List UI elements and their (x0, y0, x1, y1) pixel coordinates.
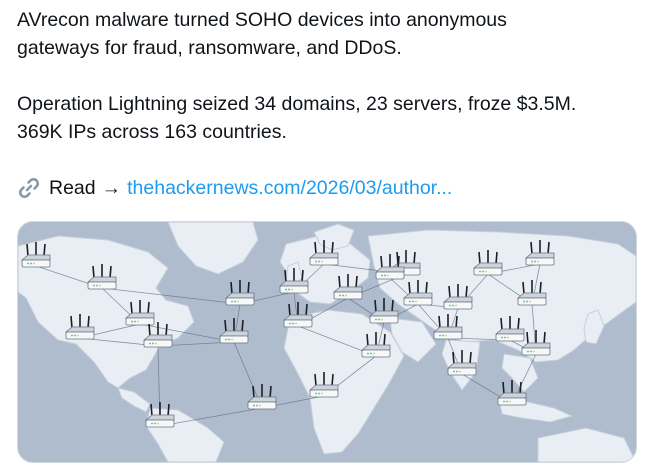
read-label: Read (49, 177, 96, 199)
tweet-line-1: AVrecon malware turned SOHO devices into… (17, 9, 507, 31)
router-icon (224, 280, 255, 306)
tweet-text: AVrecon malware turned SOHO devices into… (17, 6, 642, 202)
tweet-line-4: 369K IPs across 163 countries. (17, 121, 287, 143)
link-icon (17, 176, 43, 200)
tweet-paragraph-1: AVrecon malware turned SOHO devices into… (17, 6, 642, 62)
tweet-line-2: gateways for fraud, ransomware, and DDoS… (17, 37, 402, 59)
article-link[interactable]: thehackernews.com/2026/03/author... (127, 174, 452, 202)
tweet-paragraph-2: Operation Lightning seized 34 domains, 2… (17, 90, 642, 146)
world-map-illustration (18, 222, 636, 462)
tweet-media-image[interactable] (17, 221, 637, 463)
router-icon (218, 318, 249, 344)
read-link-row: Read → thehackernews.com/2026/03/author.… (17, 174, 642, 202)
router-icon (246, 384, 277, 410)
arrow-icon: → (101, 177, 122, 199)
tweet-line-3: Operation Lightning seized 34 domains, 2… (17, 93, 577, 115)
router-icon (368, 298, 399, 324)
